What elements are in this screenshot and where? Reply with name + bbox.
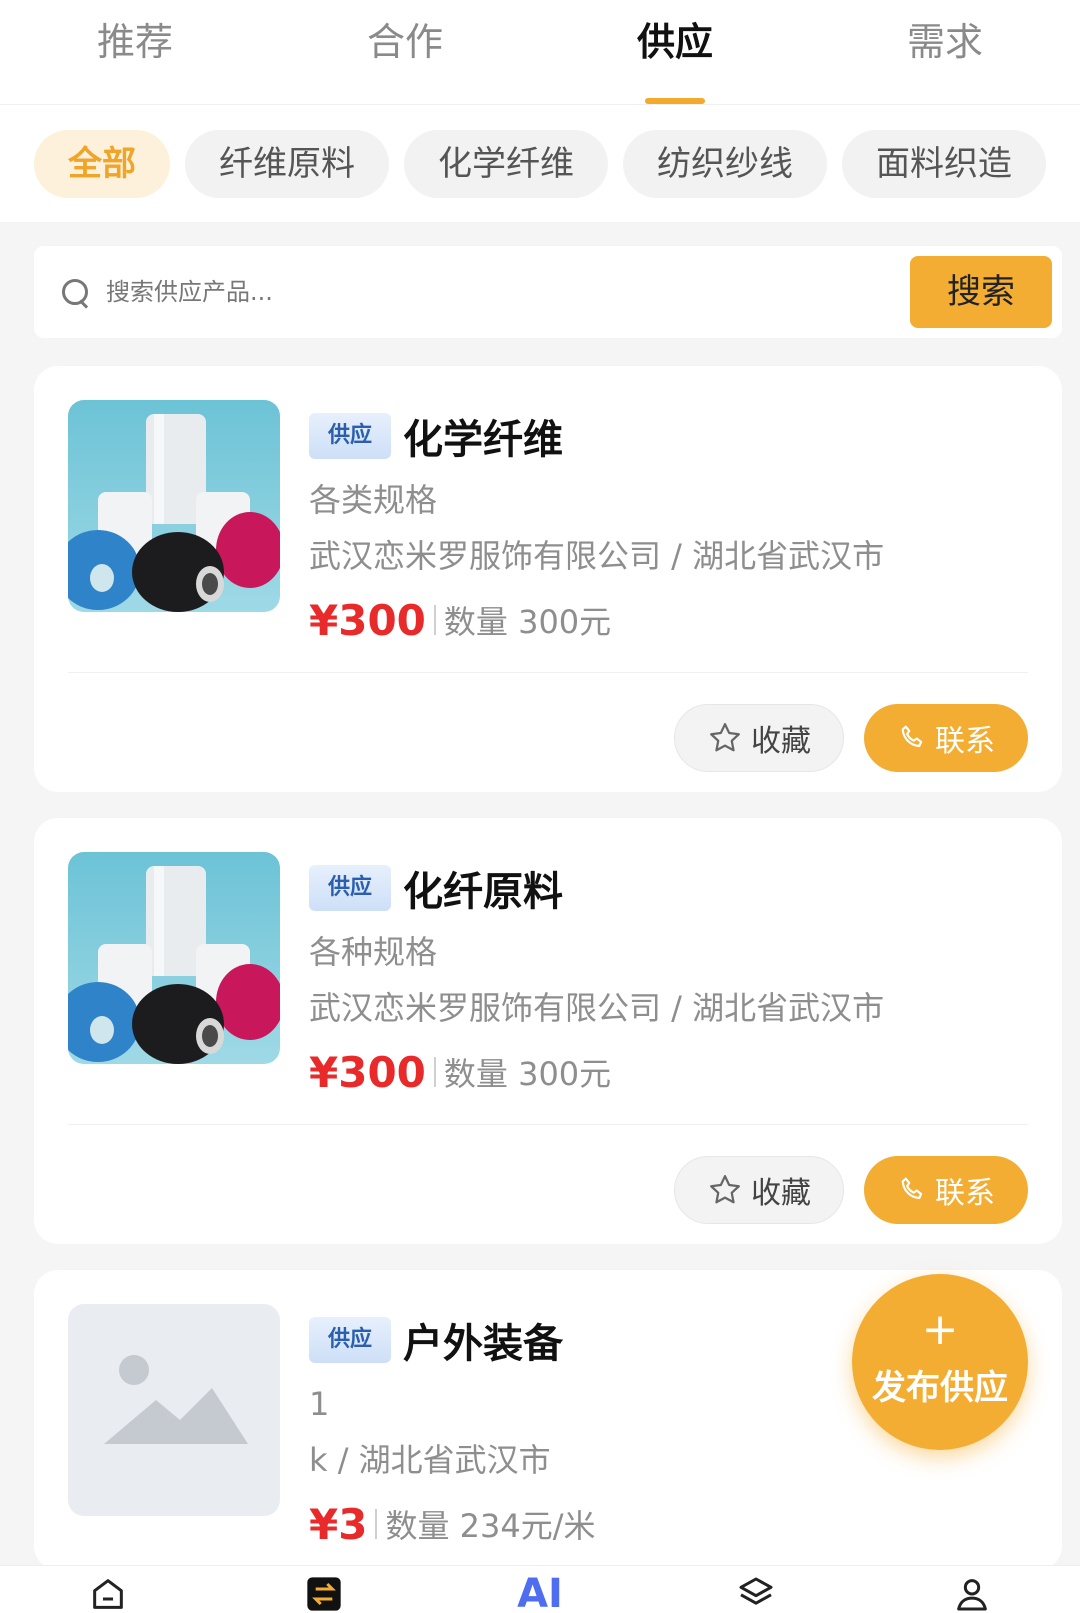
divider [68, 1124, 1028, 1125]
category-chip-yarn[interactable]: 纺织纱线 [623, 129, 827, 198]
card-quantity: 数量 300元 [443, 1055, 612, 1093]
favorite-label: 收藏 [751, 1176, 811, 1211]
divider [68, 672, 1028, 673]
supply-badge: 供应 [309, 865, 391, 911]
publish-supply-button[interactable]: + 发布供应 [852, 1274, 1028, 1450]
plus-icon: + [921, 1304, 959, 1355]
star-icon [710, 723, 740, 752]
card-quantity: 数量 234元/米 [385, 1507, 596, 1545]
favorite-button[interactable]: 收藏 [674, 704, 844, 772]
phone-icon [901, 725, 923, 748]
category-chip-chemical-fiber[interactable]: 化学纤维 [404, 129, 608, 198]
divider [433, 1057, 436, 1087]
divider [375, 1509, 378, 1539]
card-spec: 各类规格 [309, 481, 438, 519]
supply-card[interactable]: 供应 化纤原料 各种规格 武汉恋米罗服饰有限公司 / 湖北省武汉市 ¥300 数… [34, 818, 1062, 1244]
favorite-label: 收藏 [751, 724, 811, 759]
search-input[interactable] [106, 278, 910, 306]
bottom-nav-bar: AI [0, 1565, 1080, 1613]
search-bar: 搜索 [34, 246, 1062, 338]
supply-badge: 供应 [309, 1317, 391, 1363]
tab-supply[interactable]: 供应 [575, 0, 775, 104]
publish-supply-label: 发布供应 [872, 1368, 1008, 1408]
star-icon [710, 1175, 740, 1204]
layers-icon [739, 1577, 773, 1605]
supply-badge: 供应 [309, 413, 391, 459]
search-button[interactable]: 搜索 [910, 256, 1052, 328]
nav-layers[interactable] [706, 1566, 806, 1613]
exchange-icon [307, 1577, 341, 1611]
tab-cooperation[interactable]: 合作 [305, 0, 505, 104]
contact-label: 联系 [935, 724, 995, 759]
card-title: 户外装备 [403, 1321, 563, 1367]
card-quantity: 数量 300元 [443, 603, 612, 641]
product-image [68, 400, 280, 612]
search-icon [60, 277, 90, 307]
favorite-button[interactable]: 收藏 [674, 1156, 844, 1224]
nav-exchange[interactable] [274, 1566, 374, 1613]
user-icon [957, 1579, 987, 1611]
card-spec: 各种规格 [309, 933, 438, 971]
card-price: ¥3 [309, 1499, 368, 1549]
category-chip-fiber-raw[interactable]: 纤维原料 [185, 129, 389, 198]
card-price: ¥300 [309, 595, 426, 645]
supply-card[interactable]: 供应 化学纤维 各类规格 武汉恋米罗服饰有限公司 / 湖北省武汉市 ¥300 数… [34, 366, 1062, 792]
home-icon [93, 1579, 123, 1609]
nav-home[interactable] [58, 1566, 158, 1613]
tab-demand[interactable]: 需求 [845, 0, 1045, 104]
card-price: ¥300 [309, 1047, 426, 1097]
nav-ai[interactable]: AI [490, 1566, 590, 1613]
contact-button[interactable]: 联系 [864, 1156, 1028, 1224]
nav-profile[interactable] [922, 1566, 1022, 1613]
card-title: 化纤原料 [403, 869, 563, 915]
contact-label: 联系 [935, 1176, 995, 1211]
top-tab-bar: 推荐 合作 供应 需求 [0, 0, 1080, 104]
category-chip-fabric[interactable]: 面料织造 [842, 129, 1046, 198]
category-chip-all[interactable]: 全部 [34, 129, 170, 198]
card-title: 化学纤维 [403, 417, 563, 463]
card-company-location: 武汉恋米罗服饰有限公司 / 湖北省武汉市 [309, 537, 885, 575]
category-filter-bar: 全部 纤维原料 化学纤维 纺织纱线 面料织造 [0, 104, 1080, 222]
phone-icon [901, 1177, 923, 1200]
product-image [68, 852, 280, 1064]
image-placeholder-icon [68, 1304, 280, 1516]
tab-recommend[interactable]: 推荐 [35, 0, 235, 104]
card-company-location: 武汉恋米罗服饰有限公司 / 湖北省武汉市 [309, 989, 885, 1027]
divider [433, 605, 436, 635]
ai-icon: AI [517, 1571, 563, 1613]
contact-button[interactable]: 联系 [864, 704, 1028, 772]
